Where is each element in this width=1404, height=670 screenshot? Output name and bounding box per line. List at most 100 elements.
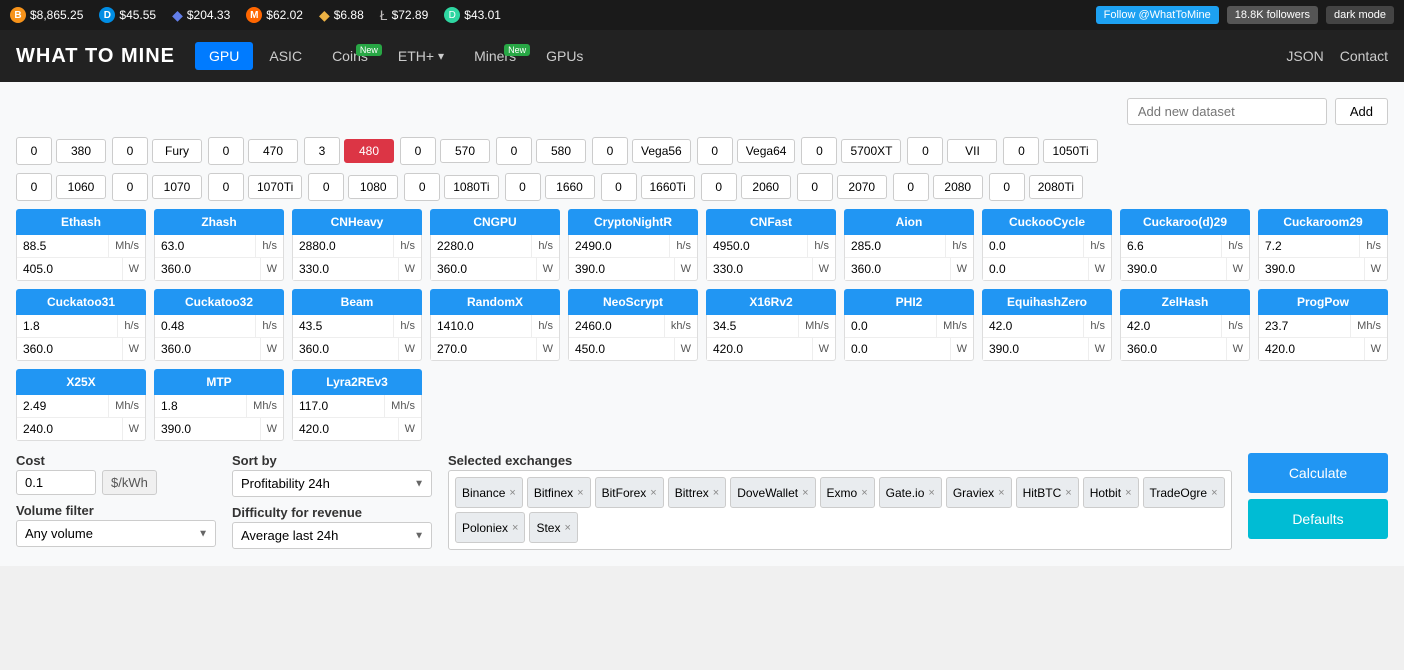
nav-gpus[interactable]: GPUs	[532, 42, 597, 70]
algo-hashrate-input[interactable]	[155, 315, 256, 337]
gpu-name-label[interactable]: 570	[440, 139, 490, 163]
gpu-qty-input[interactable]	[400, 137, 436, 165]
algo-power-input[interactable]	[293, 418, 399, 440]
algo-power-input[interactable]	[17, 418, 123, 440]
algo-hashrate-input[interactable]	[1259, 235, 1360, 257]
algo-hashrate-input[interactable]	[1259, 315, 1351, 337]
algo-power-input[interactable]	[983, 338, 1089, 360]
exchange-remove-button[interactable]: ×	[564, 522, 570, 534]
dark-mode-button[interactable]: dark mode	[1326, 6, 1394, 24]
gpu-name-label[interactable]: 2080Ti	[1029, 175, 1083, 199]
gpu-qty-input[interactable]	[701, 173, 737, 201]
algo-power-input[interactable]	[431, 338, 537, 360]
nav-json[interactable]: JSON	[1286, 48, 1323, 64]
algo-header[interactable]: Zhash	[154, 209, 284, 235]
algo-header[interactable]: RandomX	[430, 289, 560, 315]
gpu-qty-input[interactable]	[308, 173, 344, 201]
exchange-remove-button[interactable]: ×	[509, 487, 515, 499]
algo-header[interactable]: X16Rv2	[706, 289, 836, 315]
algo-power-input[interactable]	[293, 338, 399, 360]
gpu-name-label[interactable]: VII	[947, 139, 997, 163]
algo-header[interactable]: CNGPU	[430, 209, 560, 235]
algo-power-input[interactable]	[1121, 258, 1227, 280]
nav-miners[interactable]: Miners New	[460, 42, 530, 70]
gpu-name-label[interactable]: 1080Ti	[444, 175, 498, 199]
algo-hashrate-input[interactable]	[431, 315, 532, 337]
algo-hashrate-input[interactable]	[155, 235, 256, 257]
algo-header[interactable]: CryptoNightR	[568, 209, 698, 235]
gpu-qty-input[interactable]	[496, 137, 532, 165]
algo-header[interactable]: Lyra2REv3	[292, 369, 422, 395]
gpu-qty-input[interactable]	[601, 173, 637, 201]
algo-header[interactable]: PHI2	[844, 289, 974, 315]
exchange-remove-button[interactable]: ×	[512, 522, 518, 534]
algo-power-input[interactable]	[1121, 338, 1227, 360]
exchange-remove-button[interactable]: ×	[1211, 487, 1217, 499]
follow-button[interactable]: Follow @WhatToMine	[1096, 6, 1219, 24]
gpu-qty-input[interactable]	[505, 173, 541, 201]
nav-asic[interactable]: ASIC	[255, 42, 316, 70]
exchange-remove-button[interactable]: ×	[650, 487, 656, 499]
algo-header[interactable]: Cuckaroo(d)29	[1120, 209, 1250, 235]
algo-power-input[interactable]	[155, 258, 261, 280]
gpu-name-label[interactable]: 2060	[741, 175, 791, 199]
algo-hashrate-input[interactable]	[983, 235, 1084, 257]
gpu-qty-input[interactable]	[16, 137, 52, 165]
algo-header[interactable]: X25X	[16, 369, 146, 395]
algo-power-input[interactable]	[431, 258, 537, 280]
calculate-button[interactable]: Calculate	[1248, 453, 1388, 493]
nav-gpu[interactable]: GPU	[195, 42, 253, 70]
gpu-qty-input[interactable]	[208, 137, 244, 165]
algo-power-input[interactable]	[707, 258, 813, 280]
gpu-name-label[interactable]: 480	[344, 139, 394, 163]
algo-power-input[interactable]	[569, 258, 675, 280]
gpu-qty-input[interactable]	[801, 137, 837, 165]
algo-hashrate-input[interactable]	[845, 235, 946, 257]
gpu-qty-input[interactable]	[907, 137, 943, 165]
gpu-name-label[interactable]: 2070	[837, 175, 887, 199]
algo-hashrate-input[interactable]	[983, 315, 1084, 337]
gpu-name-label[interactable]: 1080	[348, 175, 398, 199]
gpu-qty-input[interactable]	[1003, 137, 1039, 165]
defaults-button[interactable]: Defaults	[1248, 499, 1388, 539]
algo-power-input[interactable]	[293, 258, 399, 280]
gpu-name-label[interactable]: Vega64	[737, 139, 796, 163]
algo-header[interactable]: ZelHash	[1120, 289, 1250, 315]
gpu-name-label[interactable]: 5700XT	[841, 139, 901, 163]
nav-coins[interactable]: Coins New	[318, 42, 382, 70]
gpu-name-label[interactable]: 1660Ti	[641, 175, 695, 199]
algo-hashrate-input[interactable]	[1121, 235, 1222, 257]
algo-header[interactable]: Cuckaroom29	[1258, 209, 1388, 235]
volume-select[interactable]: Any volumeTop 50Top 25	[16, 520, 216, 547]
gpu-qty-input[interactable]	[16, 173, 52, 201]
algo-hashrate-input[interactable]	[17, 235, 109, 257]
gpu-name-label[interactable]: 470	[248, 139, 298, 163]
nav-eth[interactable]: ETH+ ▾	[384, 42, 458, 70]
exchange-remove-button[interactable]: ×	[1125, 487, 1131, 499]
algo-header[interactable]: ProgPow	[1258, 289, 1388, 315]
algo-hashrate-input[interactable]	[707, 315, 799, 337]
algo-hashrate-input[interactable]	[293, 235, 394, 257]
exchange-remove-button[interactable]: ×	[861, 487, 867, 499]
algo-power-input[interactable]	[707, 338, 813, 360]
algo-header[interactable]: Ethash	[16, 209, 146, 235]
algo-hashrate-input[interactable]	[431, 235, 532, 257]
gpu-qty-input[interactable]	[697, 137, 733, 165]
gpu-name-label[interactable]: 1070	[152, 175, 202, 199]
algo-power-input[interactable]	[569, 338, 675, 360]
gpu-qty-input[interactable]	[797, 173, 833, 201]
exchange-remove-button[interactable]: ×	[713, 487, 719, 499]
gpu-name-label[interactable]: 2080	[933, 175, 983, 199]
algo-power-input[interactable]	[155, 418, 261, 440]
gpu-qty-input[interactable]	[208, 173, 244, 201]
gpu-qty-input[interactable]	[304, 137, 340, 165]
algo-header[interactable]: CNFast	[706, 209, 836, 235]
algo-header[interactable]: Cuckatoo32	[154, 289, 284, 315]
algo-power-input[interactable]	[17, 338, 123, 360]
algo-header[interactable]: Beam	[292, 289, 422, 315]
algo-power-input[interactable]	[845, 338, 951, 360]
algo-header[interactable]: CuckooCycle	[982, 209, 1112, 235]
gpu-name-label[interactable]: 580	[536, 139, 586, 163]
exchange-remove-button[interactable]: ×	[802, 487, 808, 499]
algo-hashrate-input[interactable]	[155, 395, 247, 417]
